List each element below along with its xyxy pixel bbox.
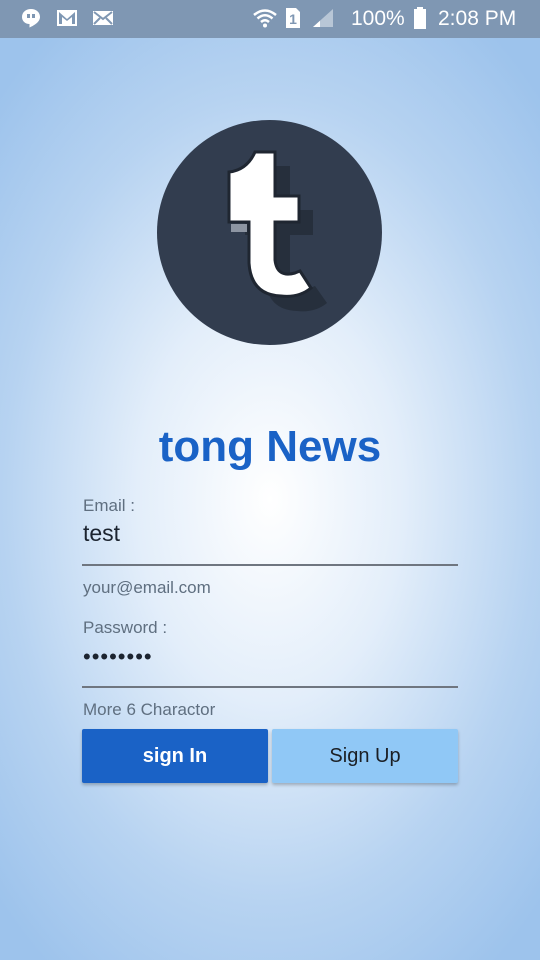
email-label: Email : bbox=[83, 496, 135, 515]
sim-1-icon: 1 bbox=[286, 8, 300, 28]
email-field[interactable] bbox=[83, 520, 457, 547]
email-underline bbox=[82, 564, 458, 566]
battery-percent: 100% bbox=[351, 7, 405, 30]
password-field[interactable]: •••••••• bbox=[83, 644, 457, 670]
hangouts-icon bbox=[22, 9, 40, 28]
sign-up-button[interactable]: Sign Up bbox=[272, 729, 458, 783]
gmail-icon bbox=[57, 10, 77, 26]
email-icon bbox=[93, 11, 113, 25]
wifi-icon bbox=[253, 9, 277, 28]
signal-icon bbox=[313, 9, 333, 27]
app-title: tong News bbox=[158, 422, 382, 471]
battery-icon bbox=[414, 7, 426, 29]
clock: 2:08 PM bbox=[438, 7, 517, 30]
password-underline bbox=[82, 686, 458, 688]
tumblr-t-logo-icon bbox=[227, 150, 327, 312]
app-logo bbox=[157, 120, 382, 345]
status-bar: 1 100% 2:08 PM bbox=[0, 0, 540, 38]
password-label: Password : bbox=[83, 618, 168, 637]
password-hint: More 6 Charactor bbox=[83, 700, 216, 719]
svg-text:1: 1 bbox=[289, 11, 297, 27]
sign-in-button[interactable]: sign In bbox=[82, 729, 268, 783]
email-hint: your@email.com bbox=[83, 578, 211, 597]
